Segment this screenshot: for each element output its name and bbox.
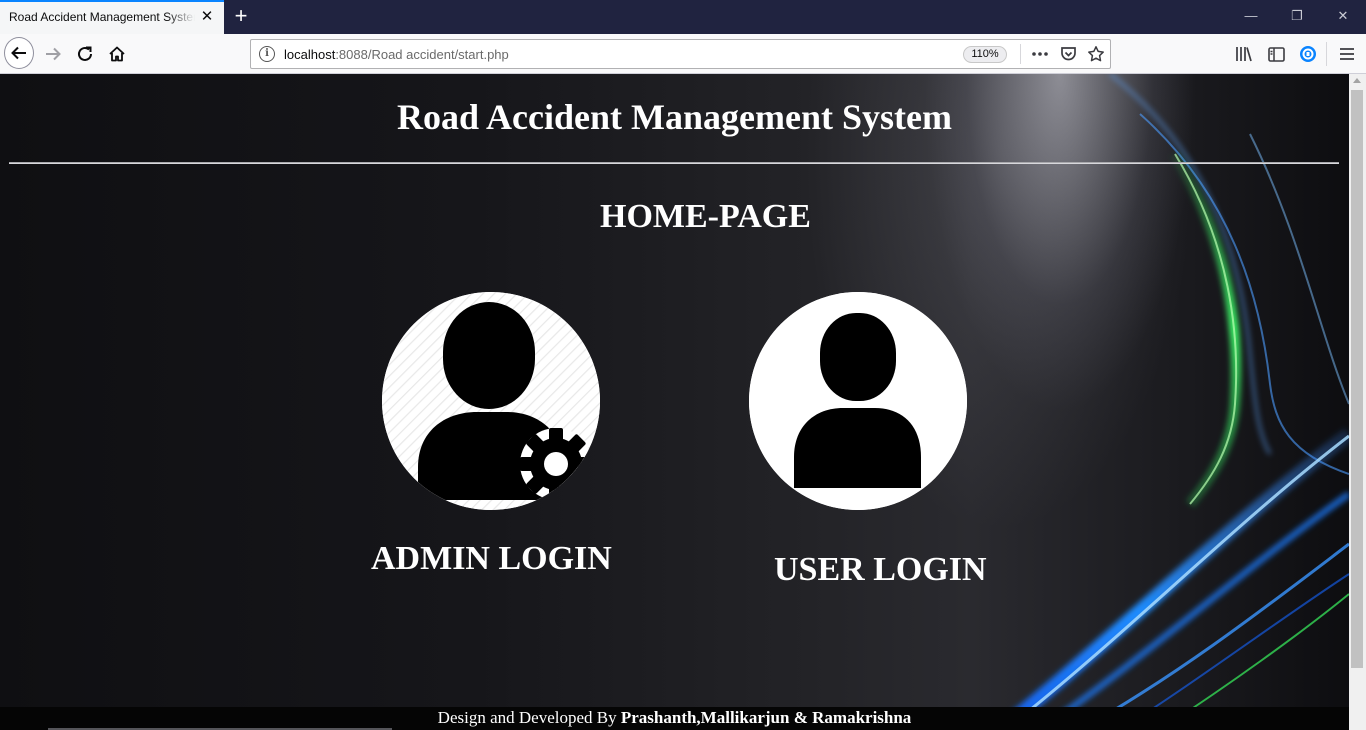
scroll-up-arrow-icon[interactable] (1353, 78, 1361, 83)
tab-title: Road Accident Management System (9, 10, 195, 24)
reload-icon (78, 46, 92, 61)
sidebar-toggle-icon[interactable] (1266, 44, 1286, 64)
home-button[interactable] (102, 39, 132, 69)
site-title: Road Accident Management System (397, 97, 952, 137)
back-button[interactable] (4, 37, 34, 69)
user-login-label[interactable]: USER LOGIN (774, 551, 987, 589)
admin-login-card[interactable]: ADMIN LOGIN (371, 292, 622, 582)
bookmark-star-icon[interactable] (1086, 44, 1106, 64)
new-tab-button[interactable]: + (230, 5, 252, 27)
library-icon[interactable] (1234, 44, 1254, 64)
vertical-scrollbar[interactable] (1349, 74, 1366, 730)
minimize-window-icon[interactable]: — (1239, 6, 1263, 26)
scrollbar-thumb[interactable] (1351, 90, 1363, 668)
close-tab-icon[interactable]: ✕ (199, 9, 215, 25)
footer-authors: Prashanth,Mallikarjun & Ramakrishna (620, 708, 912, 727)
zoom-level-badge[interactable]: 110% (963, 46, 1007, 63)
address-bar[interactable]: i localhost:8088/Road accident/start.php… (250, 39, 1111, 69)
admin-login-label[interactable]: ADMIN LOGIN (371, 540, 612, 578)
user-avatar[interactable] (749, 292, 967, 510)
url-path: :8088/Road accident/start.php (335, 47, 509, 62)
page-footer: Design and Developed By Prashanth,Mallik… (0, 707, 1349, 730)
url-host: localhost (284, 47, 336, 62)
reload-button[interactable] (70, 39, 100, 69)
user-login-card[interactable]: USER LOGIN (749, 292, 989, 592)
admin-avatar[interactable] (382, 292, 600, 510)
footer-credit-prefix: Design and Developed By (437, 708, 621, 727)
address-bar-divider (1020, 44, 1021, 64)
tab-strip: Road Accident Management System ✕ + — ❐ … (0, 0, 1366, 34)
site-info-icon[interactable]: i (259, 46, 275, 62)
browser-tab-active[interactable]: Road Accident Management System ✕ (0, 0, 224, 34)
navigation-toolbar: i localhost:8088/Road accident/start.php… (0, 34, 1366, 74)
restore-window-icon[interactable]: ❐ (1285, 6, 1309, 26)
close-window-icon[interactable]: ✕ (1331, 6, 1355, 26)
page-actions-icon[interactable] (1030, 44, 1050, 64)
pocket-icon[interactable] (1058, 44, 1078, 64)
toolbar-divider (1326, 42, 1327, 66)
user-icon (749, 292, 967, 510)
page-viewport: Road Accident Management System HOME-PAG… (0, 74, 1349, 730)
background-light-waves (995, 74, 1349, 730)
extension-icon[interactable] (1298, 44, 1318, 64)
forward-button[interactable] (38, 39, 68, 69)
title-divider (9, 162, 1339, 164)
forward-arrow-icon (46, 47, 61, 61)
admin-user-gear-icon (382, 292, 600, 510)
home-icon (109, 46, 125, 62)
home-page-heading: HOME-PAGE (600, 198, 811, 235)
back-arrow-icon (11, 46, 26, 60)
url-text[interactable]: localhost:8088/Road accident/start.php (284, 47, 509, 62)
hamburger-menu-icon[interactable] (1337, 44, 1357, 64)
